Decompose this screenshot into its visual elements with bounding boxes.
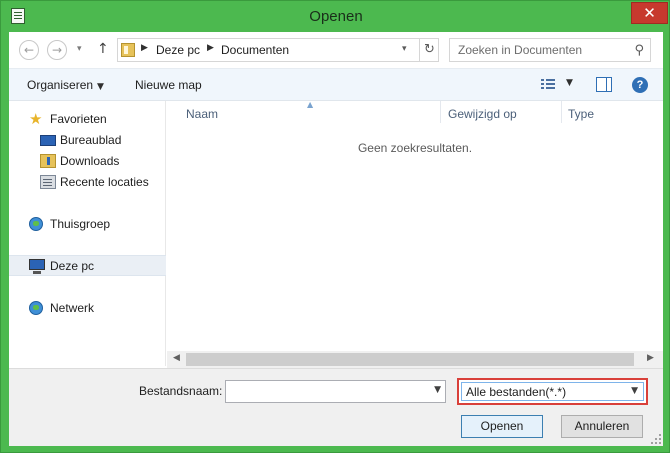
file-type-value: Alle bestanden(*.*) xyxy=(466,385,567,399)
scroll-right-icon[interactable]: ▶ xyxy=(647,353,654,363)
empty-results-message: Geen zoekresultaten. xyxy=(357,141,473,155)
search-input[interactable]: Zoeken in Documenten ⚲ xyxy=(449,38,651,62)
back-button[interactable]: ← xyxy=(19,40,39,60)
navigation-pane: ★ Favorieten Bureaublad Downloads Recent… xyxy=(9,101,166,366)
sidebar-item-label: Deze pc xyxy=(50,259,95,273)
chevron-down-icon: ▼ xyxy=(97,82,104,92)
column-header-naam[interactable]: Naam xyxy=(186,107,218,121)
search-icon[interactable]: ⚲ xyxy=(634,43,644,58)
organize-label: Organiseren xyxy=(27,78,94,92)
recent-locations-icon xyxy=(40,175,56,189)
window-title: Openen xyxy=(309,8,363,25)
breadcrumb-documenten[interactable]: Documenten xyxy=(221,43,289,57)
search-placeholder: Zoeken in Documenten xyxy=(458,43,583,57)
open-button[interactable]: Openen xyxy=(461,415,543,438)
cancel-button[interactable]: Annuleren xyxy=(561,415,643,438)
filename-label: Bestandsnaam: xyxy=(139,384,223,398)
address-bar[interactable]: ▶ Deze pc ▶ Documenten ▾ ↻ xyxy=(117,38,439,62)
file-name-area: Bestandsnaam: ▼ Alle bestanden(*.*) ▼ Op… xyxy=(9,368,663,446)
file-type-select[interactable]: Alle bestanden(*.*) ▼ xyxy=(461,382,644,401)
scroll-left-icon[interactable]: ◀ xyxy=(173,353,180,363)
sidebar-item-thuisgroep[interactable]: Thuisgroep xyxy=(9,214,166,235)
up-button[interactable]: ↑ xyxy=(97,41,109,57)
address-row: ← → ▾ ↑ ▶ Deze pc ▶ Documenten ▾ ↻ Zoeke… xyxy=(9,32,663,68)
chevron-down-icon: ▼ xyxy=(631,386,638,396)
new-folder-button[interactable]: Nieuwe map xyxy=(135,78,202,92)
sidebar-item-favorieten[interactable]: ★ Favorieten xyxy=(9,109,166,130)
view-dropdown-icon[interactable]: ▼ xyxy=(566,78,573,88)
homegroup-icon xyxy=(29,217,43,231)
star-icon: ★ xyxy=(29,110,43,128)
file-type-highlight: Alle bestanden(*.*) ▼ xyxy=(457,378,648,405)
sidebar-item-label: Netwerk xyxy=(50,301,95,315)
column-header-type[interactable]: Type xyxy=(568,107,594,121)
dialog-body: ← → ▾ ↑ ▶ Deze pc ▶ Documenten ▾ ↻ Zoeke… xyxy=(9,32,663,446)
network-icon xyxy=(29,301,43,315)
help-icon[interactable]: ? xyxy=(632,77,648,93)
folder-icon xyxy=(121,43,135,57)
forward-button[interactable]: → xyxy=(47,40,67,60)
sidebar-item-label: Bureaublad xyxy=(60,133,122,147)
breadcrumb-separator[interactable]: ▶ xyxy=(141,43,148,53)
filename-input[interactable]: ▼ xyxy=(225,380,446,403)
view-options-icon[interactable] xyxy=(541,79,555,91)
preview-pane-icon[interactable] xyxy=(596,77,612,92)
dialog-window: Openen ✕ ← → ▾ ↑ ▶ Deze pc ▶ Documenten … xyxy=(0,0,670,453)
sidebar-item-label: Thuisgroep xyxy=(50,217,111,231)
breadcrumb-separator[interactable]: ▶ xyxy=(207,43,214,53)
refresh-button[interactable]: ↻ xyxy=(419,39,439,61)
recent-locations-dropdown-icon[interactable]: ▾ xyxy=(77,44,82,54)
close-button[interactable]: ✕ xyxy=(631,2,668,24)
horizontal-scrollbar[interactable]: ◀ ▶ xyxy=(167,351,663,368)
sidebar-item-label: Recente locaties xyxy=(60,175,149,189)
title-bar[interactable]: Openen ✕ xyxy=(1,1,670,32)
command-bar: Organiseren ▼ Nieuwe map ▼ ? xyxy=(9,68,663,101)
address-dropdown-icon[interactable]: ▾ xyxy=(402,44,407,54)
sidebar-item-bureaublad[interactable]: Bureaublad xyxy=(9,130,166,151)
breadcrumb-deze-pc[interactable]: Deze pc xyxy=(156,43,200,57)
sidebar-item-recente-locaties[interactable]: Recente locaties xyxy=(9,172,166,193)
column-divider[interactable] xyxy=(440,101,441,123)
sidebar-item-downloads[interactable]: Downloads xyxy=(9,151,166,172)
scrollbar-thumb[interactable] xyxy=(186,353,634,366)
sidebar-item-label: Downloads xyxy=(60,154,120,168)
desktop-icon xyxy=(40,135,56,146)
filename-dropdown-icon[interactable]: ▼ xyxy=(434,385,441,395)
file-list[interactable]: ▲ Naam Gewijzigd op Type Geen zoekresult… xyxy=(167,100,663,366)
sidebar-item-netwerk[interactable]: Netwerk xyxy=(9,298,166,319)
column-divider[interactable] xyxy=(561,101,562,123)
downloads-folder-icon xyxy=(40,154,56,168)
sidebar-item-deze-pc[interactable]: Deze pc xyxy=(9,255,166,276)
organize-menu[interactable]: Organiseren ▼ xyxy=(27,78,104,92)
column-header-gewijzigd-op[interactable]: Gewijzigd op xyxy=(448,107,517,121)
resize-grip-icon[interactable] xyxy=(651,434,661,444)
sort-ascending-icon: ▲ xyxy=(307,100,314,109)
sidebar-item-label: Favorieten xyxy=(50,112,107,126)
computer-icon xyxy=(29,259,45,274)
